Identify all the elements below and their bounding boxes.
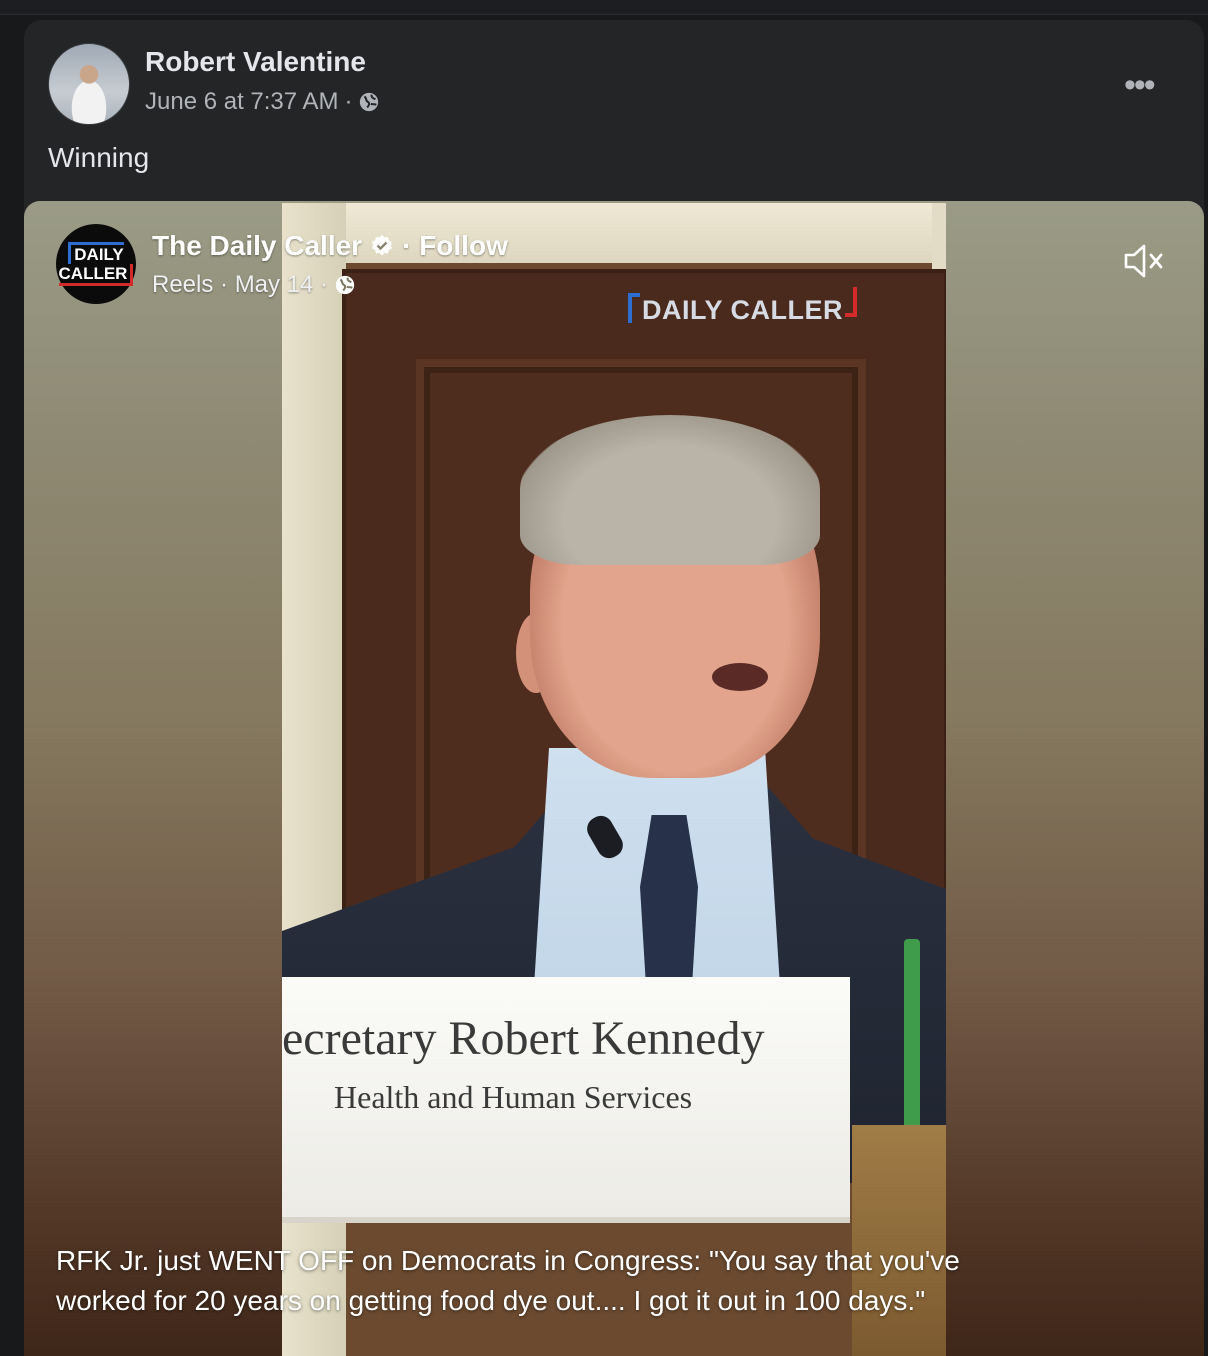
nameplate-name: ecretary Robert Kennedy <box>282 1012 765 1065</box>
post-card: Robert Valentine June 6 at 7:37 AM · •••… <box>24 20 1204 1356</box>
more-options-icon[interactable]: ••• <box>1124 66 1156 105</box>
globe-icon <box>360 92 379 112</box>
video-frame[interactable]: ecretary Robert Kennedy Health and Human… <box>282 203 946 1356</box>
nameplate: ecretary Robert Kennedy Health and Human… <box>282 977 850 1223</box>
top-bar <box>0 0 1208 15</box>
verified-badge-icon <box>372 235 393 256</box>
follow-button[interactable]: · Follow <box>402 230 508 262</box>
author-name[interactable]: Robert Valentine <box>145 46 366 78</box>
page-header: The Daily Caller · Follow <box>152 230 508 262</box>
post-meta: June 6 at 7:37 AM · <box>145 88 380 116</box>
reel-subtitle: Reels · May 14 · <box>152 271 329 298</box>
globe-icon <box>335 275 355 295</box>
post-text: Winning <box>48 142 150 173</box>
reel-video[interactable]: ecretary Robert Kennedy Health and Human… <box>24 201 1204 1356</box>
page-name[interactable]: The Daily Caller <box>152 230 362 262</box>
page-logo[interactable]: DAILY CALLER <box>56 224 136 304</box>
video-watermark: DAILY CALLER <box>628 287 858 326</box>
reel-meta: Reels · May 14 · <box>152 271 356 299</box>
author-avatar[interactable] <box>48 43 130 125</box>
nameplate-department: Health and Human Services <box>334 1079 693 1115</box>
speaker-muted-icon[interactable] <box>1122 241 1166 281</box>
reel-caption: RFK Jr. just WENT OFF on Democrats in Co… <box>56 1245 960 1316</box>
meta-separator: · <box>344 88 353 115</box>
post-timestamp[interactable]: June 6 at 7:37 AM <box>145 88 338 116</box>
